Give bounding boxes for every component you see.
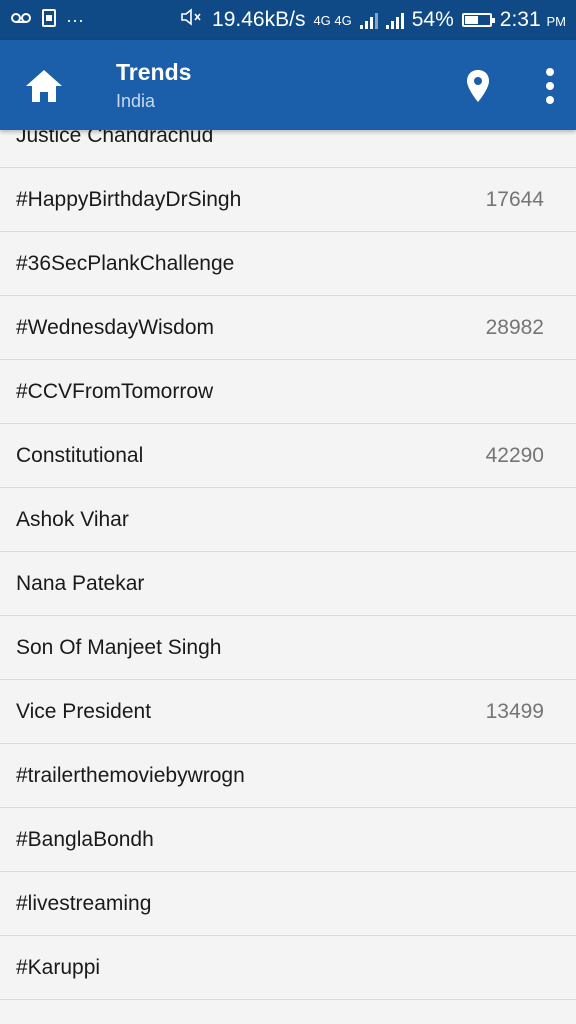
trend-row[interactable]: #36SecPlankChallenge bbox=[0, 232, 576, 296]
trend-row[interactable]: Nana Patekar bbox=[0, 552, 576, 616]
image-notification-icon bbox=[42, 8, 56, 32]
trend-row[interactable]: #livestreaming bbox=[0, 872, 576, 936]
trend-row[interactable]: #BanglaBondh bbox=[0, 808, 576, 872]
trend-name: #CCVFromTomorrow bbox=[16, 379, 214, 403]
clock-suffix: PM bbox=[546, 14, 567, 29]
status-bar: ··· 19.46kB/s 4G 4G 54% 2:31 PM bbox=[0, 0, 576, 40]
trends-list: Justice Chandrachud #HappyBirthdayDrSingh… bbox=[0, 104, 576, 1000]
trend-name: #trailerthemoviebywrogn bbox=[16, 763, 245, 787]
trend-name: Vice President bbox=[16, 699, 152, 723]
trend-count: 42290 bbox=[485, 443, 544, 467]
signal-strength-2-icon bbox=[385, 11, 404, 29]
page-subtitle: India bbox=[116, 91, 156, 111]
trend-count: 17644 bbox=[485, 187, 544, 211]
network-speed: 19.46kB/s bbox=[212, 8, 306, 31]
trend-row[interactable]: Vice President 13499 bbox=[0, 680, 576, 744]
more-notifications-icon: ··· bbox=[66, 9, 84, 30]
volume-mute-icon bbox=[180, 7, 204, 33]
trend-row[interactable]: Ashok Vihar bbox=[0, 488, 576, 552]
battery-level-fill bbox=[464, 16, 478, 24]
trend-name: #BanglaBondh bbox=[16, 827, 154, 851]
trend-row[interactable]: #trailerthemoviebywrogn bbox=[0, 744, 576, 808]
app-bar: Trends India bbox=[0, 40, 576, 130]
home-icon bbox=[26, 70, 62, 102]
trend-name: Son Of Manjeet Singh bbox=[16, 635, 222, 659]
status-left: ··· bbox=[10, 8, 84, 32]
trend-name: #WednesdayWisdom bbox=[16, 315, 215, 339]
title-block: Trends India bbox=[116, 58, 191, 114]
trend-row[interactable]: #WednesdayWisdom 28982 bbox=[0, 296, 576, 360]
trend-row[interactable]: #HappyBirthdayDrSingh 17644 bbox=[0, 168, 576, 232]
network-type: 4G 4G bbox=[313, 12, 352, 28]
home-button[interactable] bbox=[22, 66, 66, 106]
trend-name: Ashok Vihar bbox=[16, 507, 129, 531]
voicemail-icon bbox=[10, 10, 32, 31]
trend-row[interactable]: Son Of Manjeet Singh bbox=[0, 616, 576, 680]
trend-name: #Karuppi bbox=[16, 955, 101, 979]
trend-name: #36SecPlankChallenge bbox=[16, 251, 235, 275]
clock-time: 2:31 bbox=[499, 8, 541, 31]
page-title: Trends bbox=[116, 59, 192, 85]
status-right: 19.46kB/s 4G 4G 54% 2:31 PM bbox=[180, 7, 566, 33]
trend-row[interactable]: #Karuppi bbox=[0, 936, 576, 1000]
more-vert-icon bbox=[546, 68, 554, 104]
overflow-menu-button[interactable] bbox=[538, 66, 562, 106]
trend-name: Nana Patekar bbox=[16, 571, 145, 595]
trend-name: #HappyBirthdayDrSingh bbox=[16, 187, 242, 211]
trend-row[interactable]: Constitutional 42290 bbox=[0, 424, 576, 488]
trend-name: Constitutional bbox=[16, 443, 144, 467]
location-button[interactable] bbox=[464, 66, 492, 106]
trend-count: 13499 bbox=[485, 699, 544, 723]
clock: 2:31 PM bbox=[500, 8, 566, 32]
trend-count: 28982 bbox=[485, 315, 544, 339]
location-pin-icon bbox=[467, 70, 489, 102]
signal-strength-icon bbox=[359, 11, 378, 29]
battery-percent: 54% bbox=[411, 8, 454, 31]
trend-name: #livestreaming bbox=[16, 891, 152, 915]
trend-row[interactable]: #CCVFromTomorrow bbox=[0, 360, 576, 424]
battery-icon bbox=[461, 13, 495, 27]
